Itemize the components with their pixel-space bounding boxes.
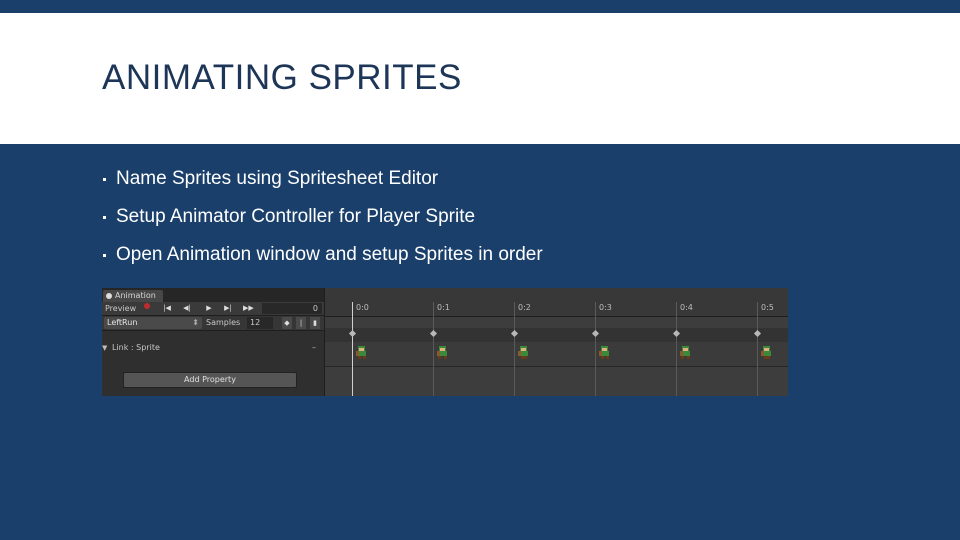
bullet-marker bbox=[103, 177, 106, 181]
event-marker-icon[interactable]: ▮ bbox=[310, 317, 320, 329]
play-icon[interactable]: ▶ bbox=[204, 303, 214, 314]
sprite-frame-icon[interactable] bbox=[436, 345, 449, 359]
time-ruler[interactable] bbox=[325, 288, 788, 317]
dropdown-arrow-icon: ⬍ bbox=[192, 318, 199, 327]
add-event-icon[interactable]: | bbox=[296, 317, 306, 329]
last-keyframe-icon[interactable]: ▶▶ bbox=[243, 303, 254, 314]
clip-bar: LeftRun ⬍ Samples 12 ◆ | ▮ bbox=[102, 316, 324, 331]
record-icon[interactable] bbox=[144, 303, 150, 309]
tab-bar: Animation bbox=[102, 288, 324, 302]
sprite-frame-icon[interactable] bbox=[679, 345, 692, 359]
dopesheet-timeline[interactable]: 0:0 0:1 0:2 0:3 0:4 0:5 bbox=[325, 288, 788, 396]
frame-field[interactable]: 0 bbox=[262, 303, 322, 314]
samples-label: Samples bbox=[206, 318, 241, 327]
samples-field[interactable]: 12 bbox=[247, 317, 273, 329]
bullet-text: Open Animation window and setup Sprites … bbox=[116, 244, 543, 265]
tab-animation[interactable]: Animation bbox=[103, 290, 163, 302]
bullet-item: Open Animation window and setup Sprites … bbox=[103, 236, 543, 274]
bullet-item: Setup Animator Controller for Player Spr… bbox=[103, 198, 543, 236]
bullet-text: Name Sprites using Spritesheet Editor bbox=[116, 168, 439, 189]
remove-property-icon[interactable]: – bbox=[312, 340, 316, 356]
sprite-frame-icon[interactable] bbox=[355, 345, 368, 359]
bullet-marker bbox=[103, 215, 106, 219]
first-keyframe-icon[interactable]: |◀ bbox=[162, 303, 172, 314]
slide-title: ANIMATING SPRITES bbox=[102, 58, 462, 97]
animation-icon bbox=[106, 293, 112, 299]
time-tick-label: 0:1 bbox=[437, 303, 450, 312]
animation-window-screenshot: Animation Preview |◀ ◀| ▶ ▶| ▶▶ 0 LeftRu… bbox=[102, 288, 788, 396]
bullet-marker bbox=[103, 253, 106, 257]
top-strip bbox=[0, 0, 960, 13]
timeline-gridline bbox=[676, 302, 677, 396]
expand-triangle-icon[interactable]: ▼ bbox=[102, 340, 107, 356]
bullet-item: Name Sprites using Spritesheet Editor bbox=[103, 160, 543, 198]
animation-toolbar: Preview |◀ ◀| ▶ ▶| ▶▶ 0 bbox=[102, 302, 324, 316]
tab-label: Animation bbox=[115, 291, 156, 300]
sprite-frame-icon[interactable] bbox=[598, 345, 611, 359]
clip-dropdown[interactable]: LeftRun ⬍ bbox=[104, 317, 202, 329]
next-keyframe-icon[interactable]: ▶| bbox=[223, 303, 233, 314]
timeline-gridline bbox=[757, 302, 758, 396]
preview-toggle[interactable]: Preview bbox=[105, 303, 136, 314]
bullet-list: Name Sprites using Spritesheet Editor Se… bbox=[103, 160, 543, 274]
property-row[interactable]: ▼ Link : Sprite – bbox=[102, 340, 324, 356]
clip-name: LeftRun bbox=[107, 318, 138, 327]
property-name: Link : Sprite bbox=[112, 343, 160, 352]
timeline-gridline bbox=[352, 302, 353, 396]
timeline-gridline bbox=[595, 302, 596, 396]
time-tick-label: 0:3 bbox=[599, 303, 612, 312]
time-tick-label: 0:5 bbox=[761, 303, 774, 312]
animation-left-panel: Animation Preview |◀ ◀| ▶ ▶| ▶▶ 0 LeftRu… bbox=[102, 288, 325, 396]
bullet-text: Setup Animator Controller for Player Spr… bbox=[116, 206, 476, 227]
time-tick-label: 0:0 bbox=[356, 303, 369, 312]
sprite-frame-icon[interactable] bbox=[760, 345, 773, 359]
add-property-button[interactable]: Add Property bbox=[123, 372, 297, 388]
sprite-keyframe-row bbox=[325, 342, 788, 367]
timeline-gridline bbox=[514, 302, 515, 396]
timeline-gridline bbox=[433, 302, 434, 396]
sprite-frame-icon[interactable] bbox=[517, 345, 530, 359]
summary-keyframe-row bbox=[325, 328, 788, 343]
time-tick-label: 0:4 bbox=[680, 303, 693, 312]
prev-keyframe-icon[interactable]: ◀| bbox=[182, 303, 192, 314]
add-keyframe-icon[interactable]: ◆ bbox=[282, 317, 292, 329]
time-tick-label: 0:2 bbox=[518, 303, 531, 312]
